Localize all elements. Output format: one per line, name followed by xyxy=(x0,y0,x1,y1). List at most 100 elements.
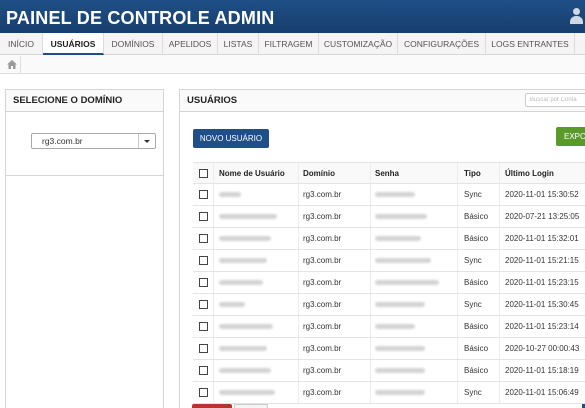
redacted-username xyxy=(219,368,271,374)
nav-item-dominios[interactable]: DOMÍNIOS xyxy=(104,33,163,55)
select-all-checkbox[interactable] xyxy=(199,169,208,178)
table-row[interactable]: rg3.com.br Sync 2020-11-01 15:30:52 xyxy=(193,184,585,206)
password-cell xyxy=(371,250,458,271)
domain-select-panel: SELECIONE O DOMÍNIO rg3.com.br xyxy=(5,89,164,408)
username-cell[interactable] xyxy=(214,294,299,315)
redacted-username xyxy=(219,302,245,308)
password-cell xyxy=(371,294,458,315)
export-button[interactable]: EXPO xyxy=(556,127,585,146)
domain-cell: rg3.com.br xyxy=(299,382,371,403)
header-type[interactable]: Tipo xyxy=(458,163,500,184)
row-checkbox[interactable] xyxy=(199,388,208,397)
home-icon[interactable] xyxy=(3,56,21,73)
nav-item-apelidos[interactable]: APELIDOS xyxy=(163,33,218,55)
domain-cell: rg3.com.br xyxy=(299,206,371,227)
type-cell: Sync xyxy=(458,184,500,205)
table-row[interactable]: rg3.com.br Básico 2020-10-27 00:00:43 xyxy=(193,338,585,360)
redacted-username xyxy=(219,258,267,264)
table-row[interactable]: rg3.com.br Básico 2020-11-01 15:32:01 xyxy=(193,228,585,250)
table-row[interactable]: rg3.com.br Básico 2020-11-01 15:23:14 xyxy=(193,316,585,338)
row-checkbox[interactable] xyxy=(199,344,208,353)
users-panel-title: USUÁRIOS xyxy=(187,95,238,106)
last-login-cell: 2020-07-21 13:25:05 xyxy=(500,206,585,227)
domain-cell: rg3.com.br xyxy=(299,294,371,315)
last-login-cell: 2020-11-01 15:21:15 xyxy=(500,250,585,271)
last-login-cell: 2020-11-01 15:18:19 xyxy=(500,360,585,381)
users-panel-header: USUÁRIOS xyxy=(180,90,585,112)
nav-item-inicio[interactable]: INÍCIO xyxy=(0,33,43,55)
row-checkbox[interactable] xyxy=(199,300,208,309)
type-cell: Básico xyxy=(458,228,500,249)
table-row[interactable]: rg3.com.br Sync 2020-11-01 15:30:45 xyxy=(193,294,585,316)
redacted-password xyxy=(375,280,439,286)
nav-item-listas[interactable]: LISTAS xyxy=(218,33,259,55)
header-domain[interactable]: Domínio xyxy=(299,163,371,184)
redacted-username xyxy=(219,192,241,198)
username-cell[interactable] xyxy=(214,184,299,205)
redacted-username xyxy=(219,390,275,396)
type-cell: Básico xyxy=(458,206,500,227)
nav-item-usuarios[interactable]: USUÁRIOS xyxy=(43,33,104,55)
row-checkbox[interactable] xyxy=(199,234,208,243)
password-cell xyxy=(371,272,458,293)
table-row[interactable]: rg3.com.br Básico 2020-11-01 15:18:19 xyxy=(193,360,585,382)
nav-item-customizacao[interactable]: CUSTOMIZAÇÃO xyxy=(319,33,398,55)
user-icon[interactable] xyxy=(569,8,583,24)
redacted-password xyxy=(375,346,425,352)
chevron-down-icon[interactable] xyxy=(138,134,155,148)
username-cell[interactable] xyxy=(214,228,299,249)
type-cell: Sync xyxy=(458,294,500,315)
app-title: PAINEL DE CONTROLE ADMIN xyxy=(6,8,275,28)
redacted-username xyxy=(219,346,267,352)
username-cell[interactable] xyxy=(214,272,299,293)
last-login-cell: 2020-11-01 15:06:49 xyxy=(500,382,585,403)
domain-panel-title: SELECIONE O DOMÍNIO xyxy=(6,90,163,112)
redacted-username xyxy=(219,280,263,286)
password-cell xyxy=(371,360,458,381)
nav-item-configuracoes[interactable]: CONFIGURAÇÕES xyxy=(398,33,486,55)
nav-item-filtragem[interactable]: FILTRAGEM xyxy=(259,33,319,55)
type-cell: Sync xyxy=(458,250,500,271)
search-input[interactable] xyxy=(525,93,585,107)
domain-cell: rg3.com.br xyxy=(299,184,371,205)
table-row[interactable]: rg3.com.br Sync 2020-11-01 15:06:49 xyxy=(193,382,585,404)
username-cell[interactable] xyxy=(214,338,299,359)
delete-button[interactable] xyxy=(192,404,232,408)
username-cell[interactable] xyxy=(214,316,299,337)
username-cell[interactable] xyxy=(214,206,299,227)
table-row[interactable]: rg3.com.br Sync 2020-11-01 15:21:15 xyxy=(193,250,585,272)
row-checkbox[interactable] xyxy=(199,322,208,331)
redacted-password xyxy=(375,236,421,242)
username-cell[interactable] xyxy=(214,360,299,381)
domain-box: rg3.com.br xyxy=(6,112,163,176)
table-row[interactable]: rg3.com.br Básico 2020-07-21 13:25:05 xyxy=(193,206,585,228)
pagination-button[interactable] xyxy=(234,404,268,408)
domain-cell: rg3.com.br xyxy=(299,250,371,271)
password-cell xyxy=(371,228,458,249)
username-cell[interactable] xyxy=(214,250,299,271)
redacted-password xyxy=(375,258,431,264)
domain-select[interactable]: rg3.com.br xyxy=(31,133,156,149)
domain-select-value: rg3.com.br xyxy=(42,136,83,146)
last-login-cell: 2020-11-01 15:32:01 xyxy=(500,228,585,249)
row-checkbox[interactable] xyxy=(199,256,208,265)
row-checkbox[interactable] xyxy=(199,190,208,199)
header-password[interactable]: Senha xyxy=(371,163,458,184)
header-last-login[interactable]: Último Login xyxy=(500,163,585,184)
last-login-cell: 2020-10-27 00:00:43 xyxy=(500,338,585,359)
type-cell: Sync xyxy=(458,382,500,403)
password-cell xyxy=(371,382,458,403)
header-username[interactable]: Nome de Usuário xyxy=(214,163,299,184)
type-cell: Básico xyxy=(458,316,500,337)
row-checkbox[interactable] xyxy=(199,278,208,287)
username-cell[interactable] xyxy=(214,382,299,403)
new-user-button[interactable]: NOVO USUÁRIO xyxy=(193,129,269,148)
redacted-password xyxy=(375,302,425,308)
row-checkbox[interactable] xyxy=(199,212,208,221)
pagination xyxy=(192,404,585,408)
redacted-password xyxy=(375,324,415,330)
table-row[interactable]: rg3.com.br Básico 2020-11-01 15:23:15 xyxy=(193,272,585,294)
row-checkbox[interactable] xyxy=(199,366,208,375)
redacted-password xyxy=(375,390,425,396)
nav-item-logs-entrantes[interactable]: LOGS ENTRANTES xyxy=(486,33,575,55)
